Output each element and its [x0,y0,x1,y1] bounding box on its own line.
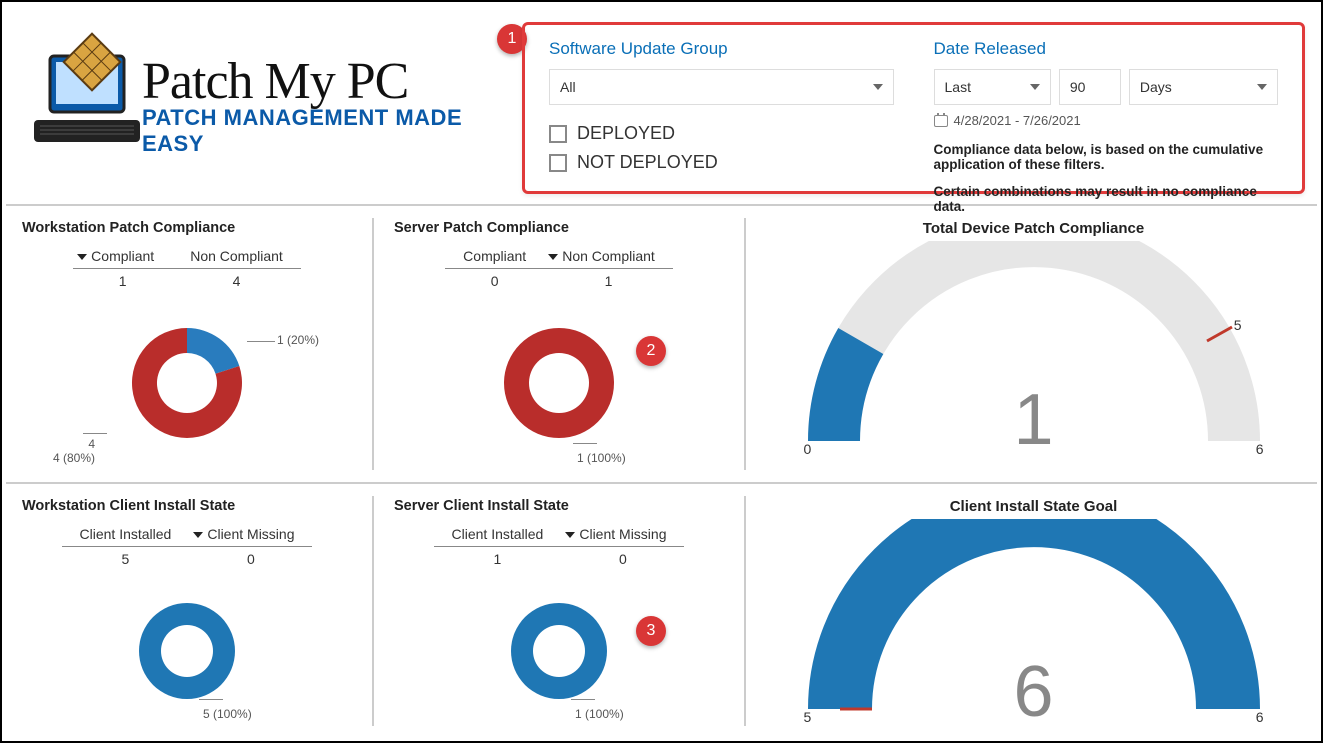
brand-tagline: PATCH MANAGEMENT MADE EASY [142,105,522,157]
not-deployed-label: NOT DEPLOYED [577,152,718,173]
donut-chart[interactable]: 5 (100%) [107,581,267,721]
sort-icon[interactable] [193,532,203,538]
col-header[interactable]: Client Installed [452,526,544,542]
gauge-value: 6 [1013,651,1053,733]
col-header[interactable]: Compliant [91,248,154,264]
legend-table: Compliant Non Compliant 01 [445,244,673,293]
tile-title: Total Device Patch Compliance [766,220,1301,237]
deployed-checkbox[interactable] [549,125,567,143]
calendar-icon [934,115,948,127]
slice-label: 1 (20%) [277,333,319,347]
chevron-down-icon [1257,84,1267,90]
tile-client-goal[interactable]: Client Install State Goal 6 5 6 [746,486,1321,736]
gauge-value: 1 [1013,379,1053,461]
col-header[interactable]: Client Missing [579,526,666,542]
col-header[interactable]: Non Compliant [562,248,655,264]
slice-label: 1 (100%) [575,707,624,721]
tile-total-patch[interactable]: Total Device Patch Compliance 1 0 6 5 [746,208,1321,480]
legend-table: Client Installed Client Missing 50 [62,522,313,571]
legend-table: Client Installed Client Missing 10 [434,522,685,571]
chevron-down-icon [873,84,883,90]
donut-chart[interactable]: 1 (100%) [479,303,639,463]
tile-server-client[interactable]: Server Client Install State Client Insta… [374,486,744,736]
date-range-text: 4/28/2021 - 7/26/2021 [954,113,1081,128]
tile-title: Client Install State Goal [766,498,1301,515]
cell: 1 [544,269,673,294]
col-header[interactable]: Client Missing [207,526,294,542]
col-header[interactable]: Non Compliant [190,248,283,264]
filter-note-1: Compliance data below, is based on the c… [934,142,1279,172]
filter-group-select[interactable]: All [549,69,894,105]
sort-icon[interactable] [77,254,87,260]
gauge-target: 5 [804,709,812,725]
leader-line [83,433,107,434]
date-mode-select[interactable]: Last [934,69,1051,105]
tile-workstation-patch[interactable]: Workstation Patch Compliance Compliant No… [2,208,372,480]
divider [6,482,1317,484]
gauge-chart[interactable]: 1 0 6 5 [804,241,1264,451]
cell: 5 [62,547,190,572]
gauge-max: 6 [1256,441,1264,457]
slice-label: 1 (100%) [577,451,626,465]
brand-logo: Patch My PC PATCH MANAGEMENT MADE EASY [2,2,522,202]
date-value: 90 [1070,79,1086,95]
leader-line [573,443,597,444]
tile-title: Server Patch Compliance [394,220,724,236]
gauge-max: 6 [1256,709,1264,725]
tile-title: Server Client Install State [394,498,724,514]
deployed-label: DEPLOYED [577,123,675,144]
sort-icon[interactable] [565,532,575,538]
donut-chart[interactable]: 1 (100%) [479,581,639,721]
tile-title: Workstation Patch Compliance [22,220,352,236]
date-mode-value: Last [945,79,971,95]
brand-name: Patch My PC [142,52,522,111]
tile-workstation-client[interactable]: Workstation Client Install State Client … [2,486,372,736]
col-header[interactable]: Compliant [463,248,526,264]
filter-group-label: Software Update Group [549,39,894,59]
date-value-input[interactable]: 90 [1059,69,1121,105]
donut-chart[interactable]: 1 (20%) 44 (80%) [107,303,267,463]
tile-title: Workstation Client Install State [22,498,352,514]
filter-group-value: All [560,79,576,95]
sort-icon[interactable] [548,254,558,260]
gauge-chart[interactable]: 6 5 6 [804,519,1264,715]
col-header[interactable]: Client Installed [80,526,172,542]
tile-server-patch[interactable]: Server Patch Compliance Compliant Non Com… [374,208,744,480]
date-unit-value: Days [1140,79,1172,95]
leader-line [247,341,275,342]
cell: 1 [73,269,172,294]
gauge-min: 0 [804,441,812,457]
slice-label: 44 (80%) [71,437,95,466]
not-deployed-checkbox[interactable] [549,154,567,172]
logo-icon [32,22,142,202]
leader-line [199,699,223,700]
leader-line [571,699,595,700]
filter-date-label: Date Released [934,39,1279,59]
cell: 0 [445,269,544,294]
cell: 4 [172,269,301,294]
cell: 0 [561,547,684,572]
cell: 1 [434,547,562,572]
filter-panel: Software Update Group All DEPLOYED NOT D… [522,22,1305,194]
cell: 0 [189,547,312,572]
date-unit-select[interactable]: Days [1129,69,1278,105]
chevron-down-icon [1030,84,1040,90]
slice-label: 5 (100%) [203,707,252,721]
gauge-target: 5 [1234,317,1242,333]
legend-table: Compliant Non Compliant 14 [73,244,301,293]
